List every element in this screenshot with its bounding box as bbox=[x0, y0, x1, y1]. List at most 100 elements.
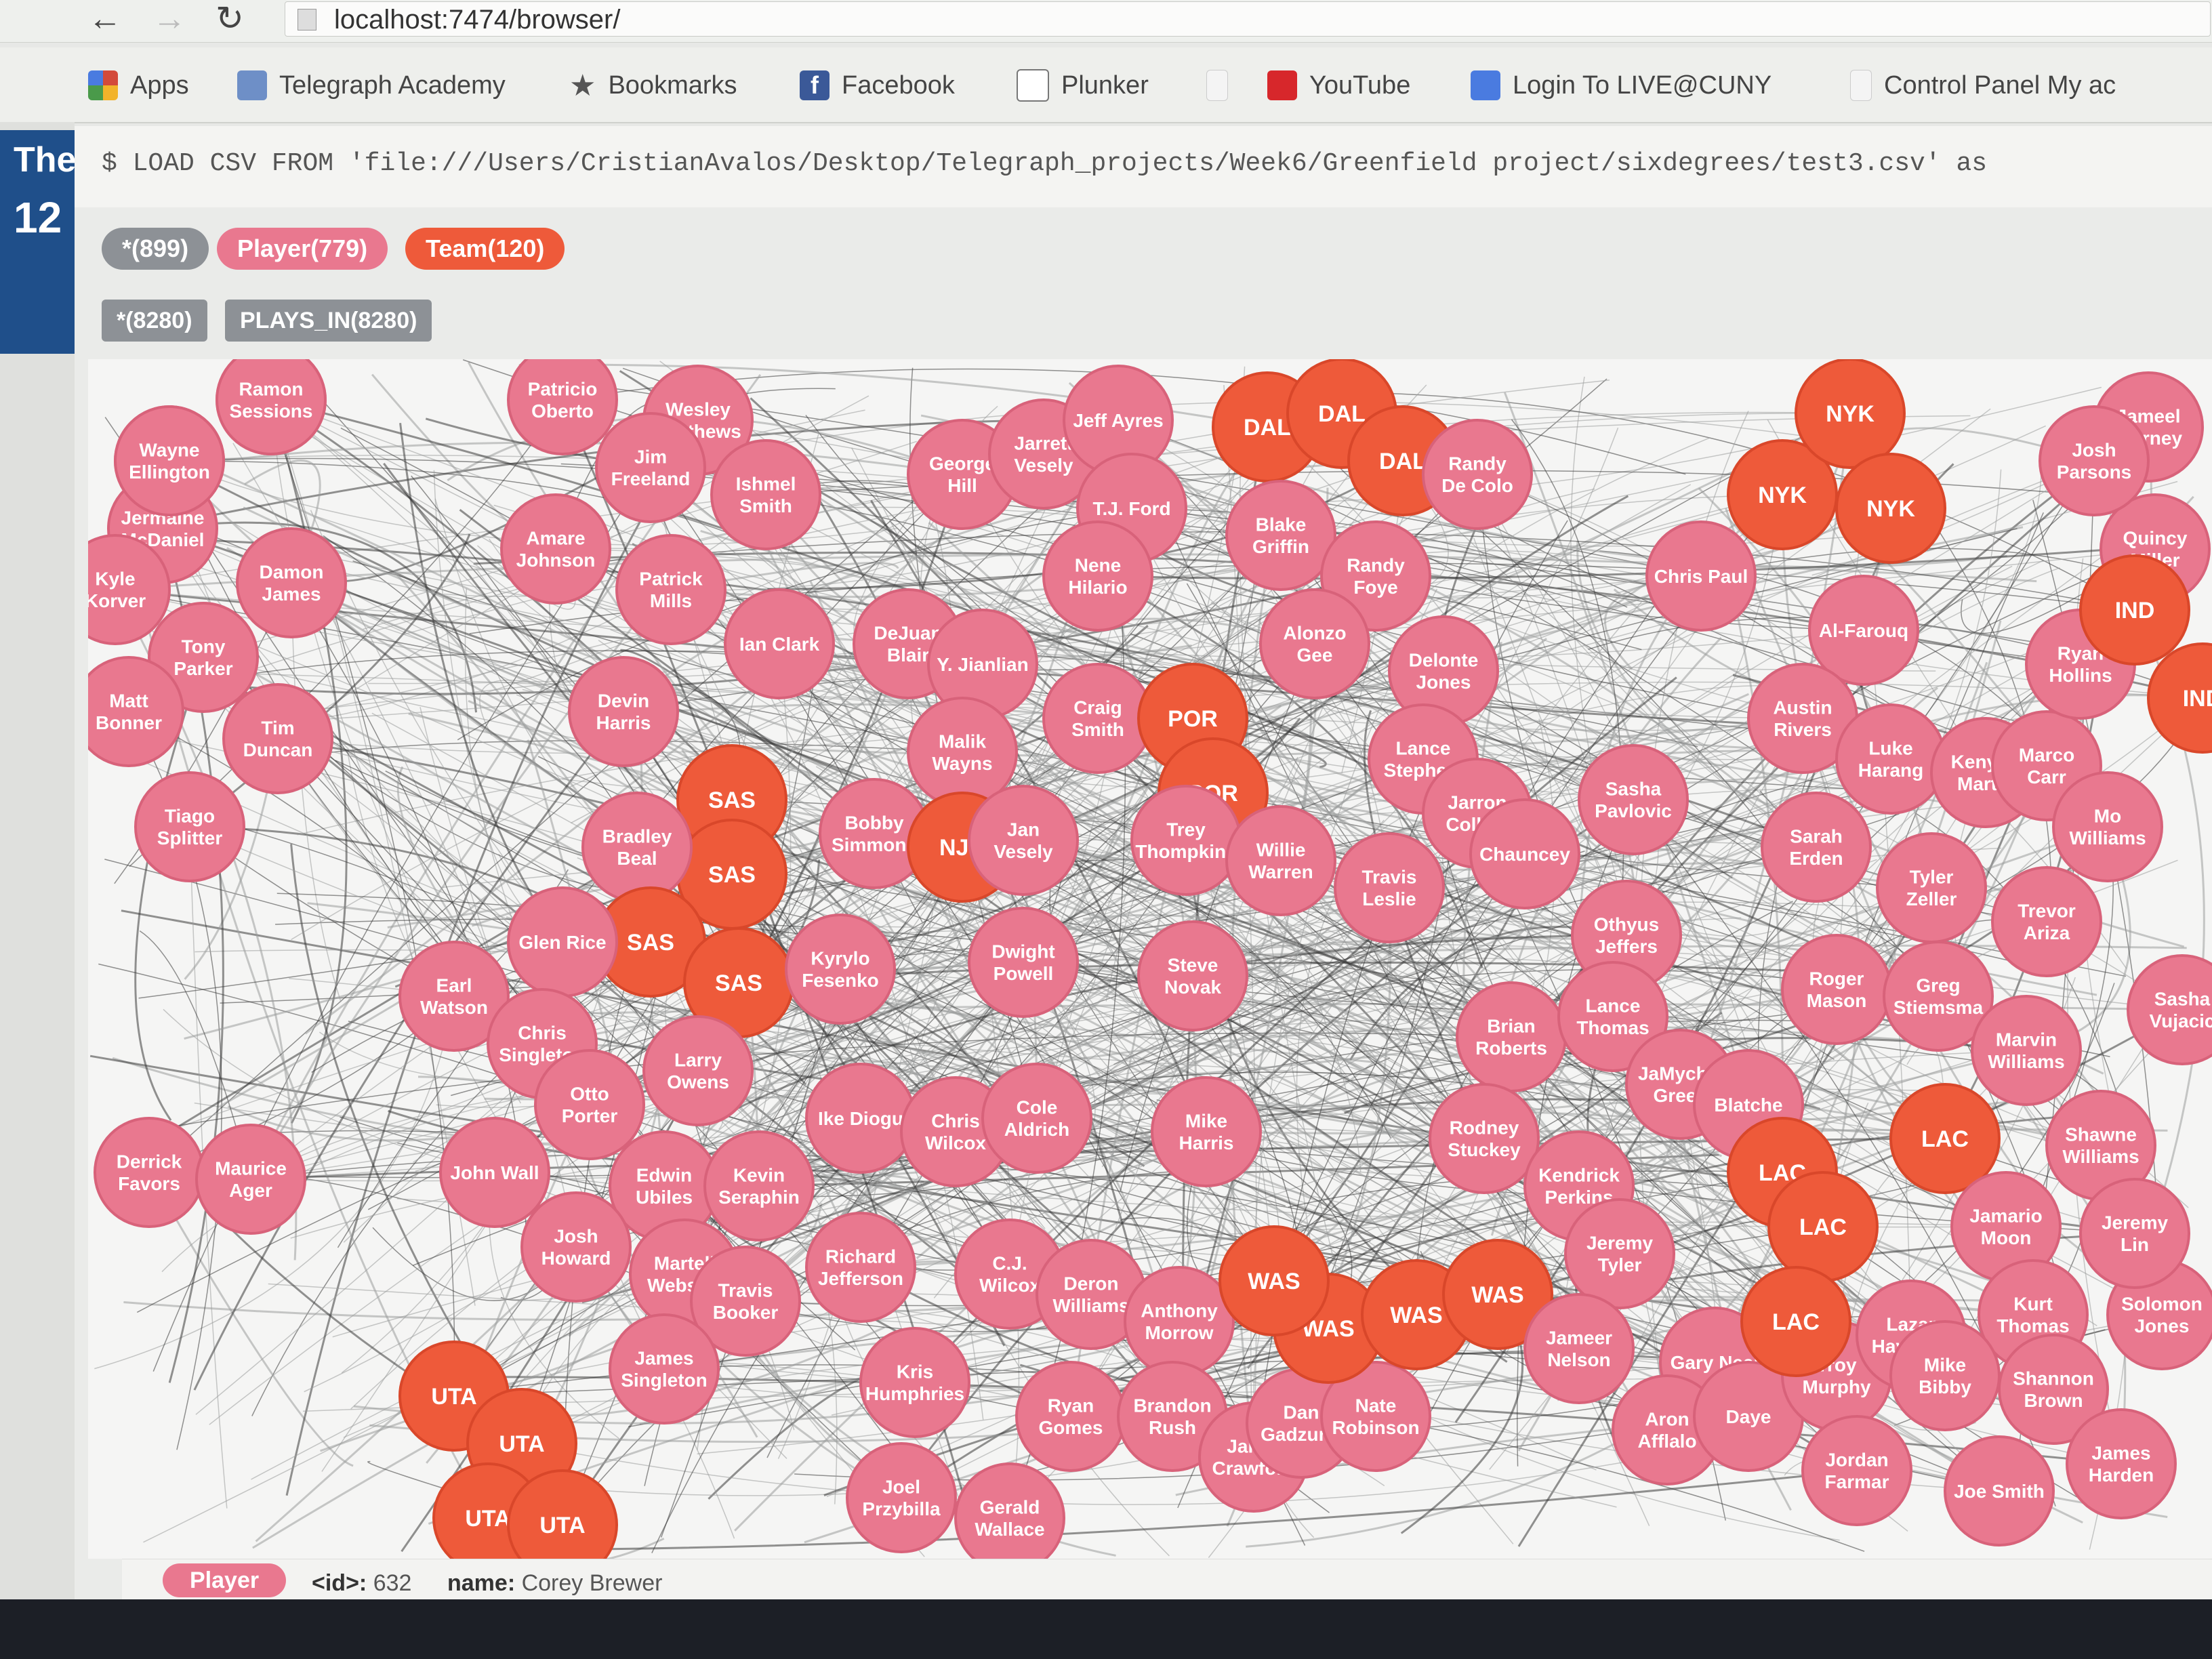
player-node[interactable]: GeraldWallace bbox=[954, 1462, 1065, 1559]
graph-canvas[interactable]: MarioChalmersChrisQuinnJermaineMcDanielK… bbox=[88, 359, 2212, 1559]
player-node[interactable]: JoelPrzybilla bbox=[846, 1442, 957, 1553]
player-node[interactable]: JoshParsons bbox=[2039, 405, 2150, 516]
bookmark-control-panel[interactable]: Control Panel My ac bbox=[1850, 65, 2116, 106]
player-node[interactable]: DerrickFavors bbox=[94, 1117, 205, 1228]
relationship-edge bbox=[291, 582, 342, 1002]
player-node[interactable]: JamesHarden bbox=[2066, 1408, 2177, 1519]
player-node[interactable]: JordanFarmar bbox=[1801, 1415, 1912, 1526]
player-node[interactable]: ColeAldrich bbox=[981, 1063, 1092, 1174]
player-node[interactable]: RichardJefferson bbox=[805, 1212, 916, 1323]
player-node[interactable]: DwightPowell bbox=[968, 907, 1079, 1018]
player-node[interactable]: NeneHilario bbox=[1042, 520, 1153, 632]
forward-arrow-icon[interactable]: → bbox=[152, 1, 186, 35]
bookmark-youtube[interactable]: YouTube bbox=[1267, 65, 1410, 106]
player-node[interactable]: MikeBibby bbox=[1889, 1320, 2001, 1431]
query-bar[interactable]: $ LOAD CSV FROM 'file:///Users/CristianA… bbox=[75, 126, 2212, 209]
player-node[interactable]: BrianRoberts bbox=[1456, 981, 1567, 1092]
player-node[interactable]: DevinHarris bbox=[568, 656, 679, 767]
player-node[interactable]: PatricioOberto bbox=[507, 359, 618, 455]
node-label: Wesley bbox=[665, 399, 731, 420]
player-node[interactable]: Chris Paul bbox=[1645, 520, 1757, 632]
bookmark-apps[interactable]: Apps bbox=[88, 65, 189, 106]
rel-tag-all[interactable]: *(8280) bbox=[102, 300, 207, 342]
bookmark-blank[interactable] bbox=[1206, 65, 1240, 106]
player-node[interactable]: Ike Diogu bbox=[805, 1063, 916, 1174]
label-pill-all[interactable]: *(899) bbox=[102, 228, 209, 270]
player-node[interactable]: JanVesely bbox=[968, 785, 1079, 896]
player-node[interactable]: BradleyBeal bbox=[581, 792, 693, 903]
reload-icon[interactable]: ↻ bbox=[216, 1, 244, 35]
player-node[interactable]: TiagoSplitter bbox=[134, 771, 245, 882]
player-node[interactable]: RamonSessions bbox=[216, 359, 327, 455]
player-node[interactable]: PatrickMills bbox=[615, 534, 726, 645]
node-label: Trevor bbox=[2018, 901, 2076, 922]
player-node[interactable]: KyryloFesenko bbox=[785, 914, 896, 1025]
node-label: Amare bbox=[526, 528, 585, 549]
player-node[interactable]: AlonzoGee bbox=[1259, 588, 1370, 699]
back-arrow-icon[interactable]: ← bbox=[88, 1, 122, 35]
player-node[interactable]: KrisHumphries bbox=[859, 1327, 970, 1438]
player-node[interactable]: OttoPorter bbox=[534, 1049, 645, 1160]
player-node[interactable]: JeremyLin bbox=[2079, 1178, 2190, 1289]
player-node[interactable]: JameerNelson bbox=[1523, 1293, 1635, 1404]
bookmark-live-cuny[interactable]: Login To LIVE@CUNY bbox=[1471, 65, 1771, 106]
player-node[interactable]: JeremyTyler bbox=[1564, 1198, 1675, 1309]
url-field[interactable]: localhost:7474/browser/ bbox=[285, 1, 2211, 37]
label-pill-player[interactable]: Player(779) bbox=[217, 228, 388, 270]
player-node[interactable]: TimDuncan bbox=[222, 683, 333, 794]
player-node[interactable]: RodneyStuckey bbox=[1429, 1083, 1540, 1194]
player-node[interactable]: SashaPavlovic bbox=[1578, 744, 1689, 855]
player-node[interactable]: MikeHarris bbox=[1151, 1076, 1262, 1187]
bookmark-telegraph-academy[interactable]: Telegraph Academy bbox=[237, 65, 506, 106]
player-node[interactable]: RogerMason bbox=[1781, 934, 1892, 1045]
bookmark-bookmarks[interactable]: ★ Bookmarks bbox=[569, 65, 737, 106]
player-node[interactable]: TylerZeller bbox=[1876, 832, 1987, 943]
player-node[interactable]: TravisLeslie bbox=[1334, 832, 1445, 943]
player-node[interactable]: RyanGomes bbox=[1015, 1361, 1126, 1472]
player-node[interactable]: MarvinWilliams bbox=[1971, 995, 2082, 1106]
player-node[interactable]: TreyThompkins bbox=[1130, 785, 1242, 896]
player-node[interactable]: John Wall bbox=[439, 1117, 550, 1228]
player-node[interactable]: SarahErden bbox=[1761, 792, 1872, 903]
team-node[interactable]: IND bbox=[2079, 554, 2190, 665]
player-node[interactable]: BlakeGriffin bbox=[1225, 480, 1336, 591]
rel-tag-plays-in[interactable]: PLAYS_IN(8280) bbox=[225, 300, 432, 342]
player-node[interactable]: IshmelSmith bbox=[710, 439, 821, 550]
team-node[interactable]: NYK bbox=[1795, 359, 1906, 469]
player-node[interactable]: Glen Rice bbox=[507, 886, 618, 998]
player-node[interactable]: AmareJohnson bbox=[500, 493, 611, 605]
player-node[interactable]: MattBonner bbox=[88, 656, 184, 767]
status-name-key: name: bbox=[447, 1570, 516, 1596]
player-node[interactable]: LarryOwens bbox=[642, 1015, 754, 1126]
player-node[interactable]: JoshHoward bbox=[520, 1191, 632, 1303]
player-node[interactable]: RandyDe Colo bbox=[1422, 419, 1533, 530]
team-node[interactable]: LAC bbox=[1740, 1266, 1851, 1377]
player-node[interactable]: AnthonyMorrow bbox=[1124, 1266, 1235, 1377]
player-node[interactable]: JamesSingleton bbox=[609, 1313, 720, 1425]
player-node[interactable]: DamonJames bbox=[236, 527, 347, 638]
graph-visualization[interactable]: MarioChalmersChrisQuinnJermaineMcDanielK… bbox=[88, 359, 2212, 1559]
player-node[interactable]: MoWilliams bbox=[2052, 771, 2163, 882]
team-node[interactable]: WAS bbox=[1218, 1225, 1330, 1336]
player-node[interactable]: SteveNovak bbox=[1137, 920, 1248, 1031]
player-node[interactable]: SashaVujacic bbox=[2127, 954, 2212, 1065]
label-pill-team[interactable]: Team(120) bbox=[405, 228, 565, 270]
player-node[interactable]: LukeHarang bbox=[1835, 703, 1946, 815]
player-node[interactable]: JimFreeland bbox=[595, 412, 706, 523]
team-node[interactable]: NYK bbox=[1835, 453, 1946, 564]
player-node[interactable]: TrevorAriza bbox=[1991, 866, 2102, 977]
player-node[interactable]: Ian Clark bbox=[724, 588, 835, 699]
team-node[interactable]: LAC bbox=[1767, 1171, 1879, 1282]
player-node[interactable]: Joe Smith bbox=[1944, 1435, 2055, 1547]
player-node[interactable]: Chauncey bbox=[1469, 798, 1580, 909]
player-node[interactable]: WayneEllington bbox=[114, 405, 225, 516]
bookmark-facebook[interactable]: f Facebook bbox=[800, 65, 955, 106]
selected-label-pill[interactable]: Player bbox=[163, 1563, 287, 1597]
player-node[interactable]: KevinSeraphin bbox=[703, 1130, 815, 1242]
bookmark-plunker[interactable]: Plunker bbox=[1017, 65, 1149, 106]
player-node[interactable]: MauriceAger bbox=[195, 1124, 306, 1235]
player-node[interactable]: WillieWarren bbox=[1225, 805, 1336, 916]
player-node[interactable]: CraigSmith bbox=[1042, 663, 1153, 774]
node-label: Patrick bbox=[639, 569, 703, 590]
node-label: Kyrylo bbox=[811, 948, 869, 969]
